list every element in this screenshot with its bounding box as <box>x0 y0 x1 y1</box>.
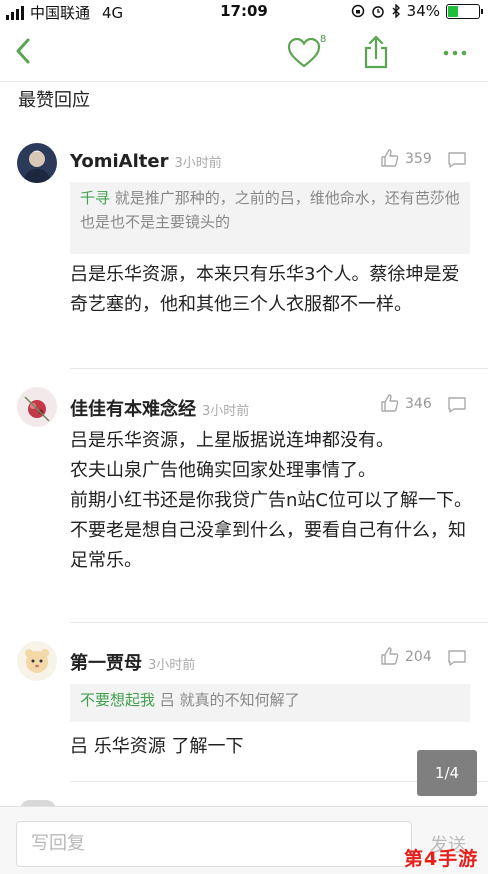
comment-text: 吕是乐华资源，本来只有乐华3个人。蔡徐坤是爱奇艺塞的，他和其他三个人衣服都不一样… <box>70 264 460 315</box>
quoted-reply[interactable]: 千寻 就是推广那种的，之前的吕，维他命水，还有芭莎他也是也不是主要镜头的 <box>70 182 470 254</box>
comment-text: 吕是乐华资源，上星版据说连坤都没有。 农夫山泉广告他确实回家处理事情了。 前期小… <box>70 426 475 576</box>
back-arrow-icon[interactable] <box>10 34 38 68</box>
quoted-text: 就是推广那种的，之前的吕，维他命水，还有芭莎他也是也不是主要镜头的 <box>80 189 460 231</box>
battery-icon <box>446 3 483 19</box>
commenter-name-text[interactable]: 佳佳有本难念经 <box>70 399 196 420</box>
thumbs-up-icon[interactable] <box>380 148 400 168</box>
status-bar: 中国联通 4G 17:09 34% <box>0 0 488 24</box>
battery-percent: 34% <box>406 2 440 20</box>
watermark-logo: 第4手游 <box>404 848 479 870</box>
comment-time: 3小时前 <box>202 404 250 419</box>
reply-icon[interactable] <box>447 649 467 667</box>
quoted-reply[interactable]: 不要想起我 吕 就真的不知何解了 <box>70 684 470 722</box>
nav-bar: 8 <box>0 24 488 82</box>
section-title: 最赞回应 <box>18 90 90 111</box>
rotation-lock-icon <box>351 4 364 18</box>
comment-time: 3小时前 <box>174 156 222 171</box>
commenter-name-text[interactable]: YomiAlter <box>70 151 168 172</box>
avatar[interactable] <box>17 387 57 427</box>
bluetooth-icon <box>392 4 400 18</box>
quoted-text: 吕 就真的不知何解了 <box>159 691 300 709</box>
thumbs-up-icon[interactable] <box>380 646 400 666</box>
like-count: 346 <box>405 396 432 412</box>
avatar[interactable] <box>17 143 57 183</box>
more-options-icon[interactable] <box>440 38 470 68</box>
commenter-name[interactable]: YomiAlter 3小时前 <box>70 151 222 172</box>
page-indicator[interactable]: 1/4 <box>417 750 477 796</box>
divider <box>70 622 488 623</box>
comment-line: 吕是乐华资源，上星版据说连坤都没有。 <box>70 430 394 451</box>
reply-icon[interactable] <box>447 396 467 414</box>
quoted-user[interactable]: 不要想起我 <box>80 691 155 709</box>
commenter-name[interactable]: 佳佳有本难念经 3小时前 <box>70 395 249 421</box>
avatar[interactable] <box>17 641 57 681</box>
comment-line: 前期小红书还是你我贷广告n站C位可以了解一下。 <box>70 490 472 511</box>
reply-icon[interactable] <box>447 151 467 169</box>
like-count-badge: 8 <box>320 34 327 45</box>
comment-text: 吕 乐华资源 了解一下 <box>70 736 244 757</box>
divider <box>70 368 488 369</box>
reply-input[interactable]: 写回复 <box>16 821 412 867</box>
battery-fill <box>448 5 459 17</box>
comment-line: 不要老是想自己没拿到什么，要看自己有什么，知足常乐。 <box>70 520 466 571</box>
commenter-name[interactable]: 第一贾母 3小时前 <box>70 649 195 675</box>
comment-time: 3小时前 <box>148 658 196 673</box>
status-right: 34% <box>351 2 483 20</box>
alarm-icon <box>371 6 384 18</box>
heart-icon[interactable] <box>286 36 322 70</box>
thumbs-up-icon[interactable] <box>380 393 400 413</box>
commenter-name-text[interactable]: 第一贾母 <box>70 653 142 674</box>
share-icon[interactable] <box>362 34 390 70</box>
like-count: 359 <box>405 151 432 167</box>
like-count: 204 <box>405 649 432 665</box>
comment-line: 农夫山泉广告他确实回家处理事情了。 <box>70 460 376 481</box>
quoted-user[interactable]: 千寻 <box>80 189 110 207</box>
